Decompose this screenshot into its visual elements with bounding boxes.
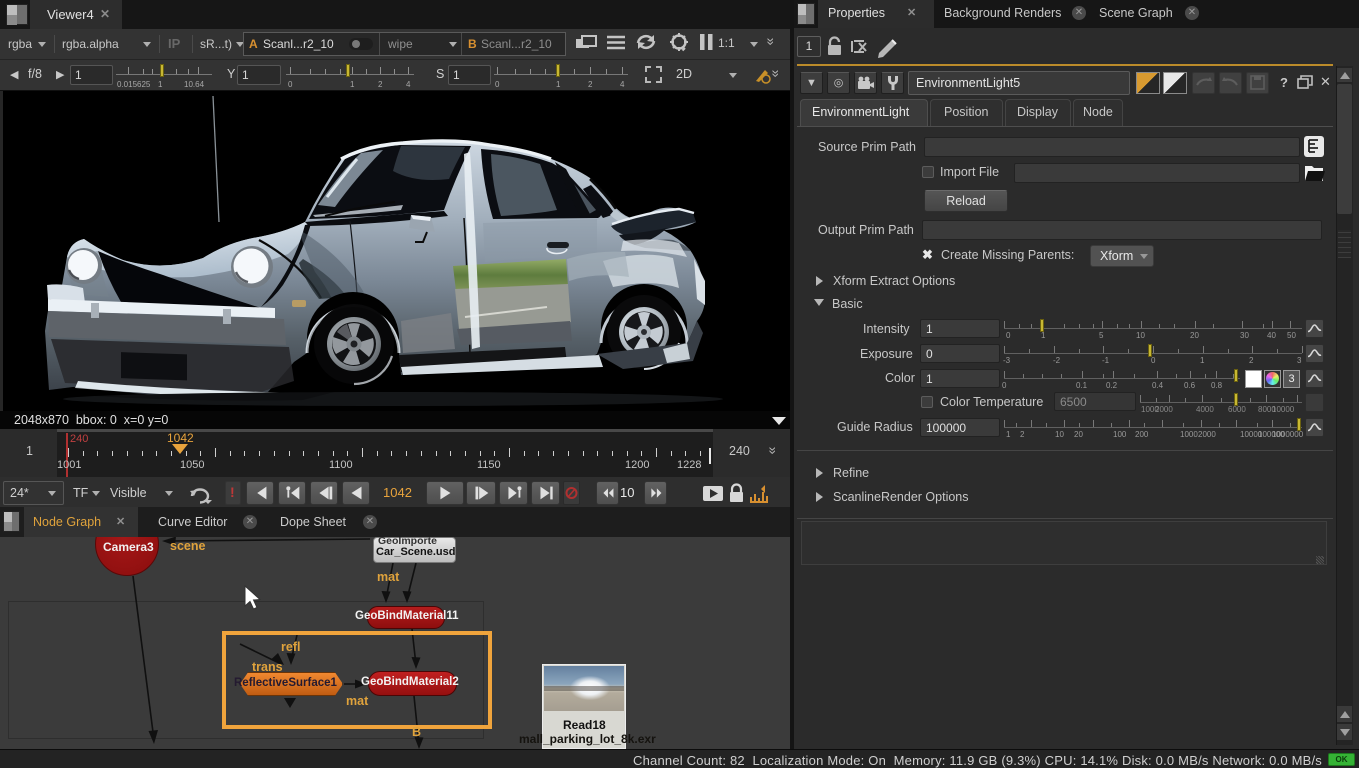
svg-text:1:1: 1:1 xyxy=(718,36,735,50)
